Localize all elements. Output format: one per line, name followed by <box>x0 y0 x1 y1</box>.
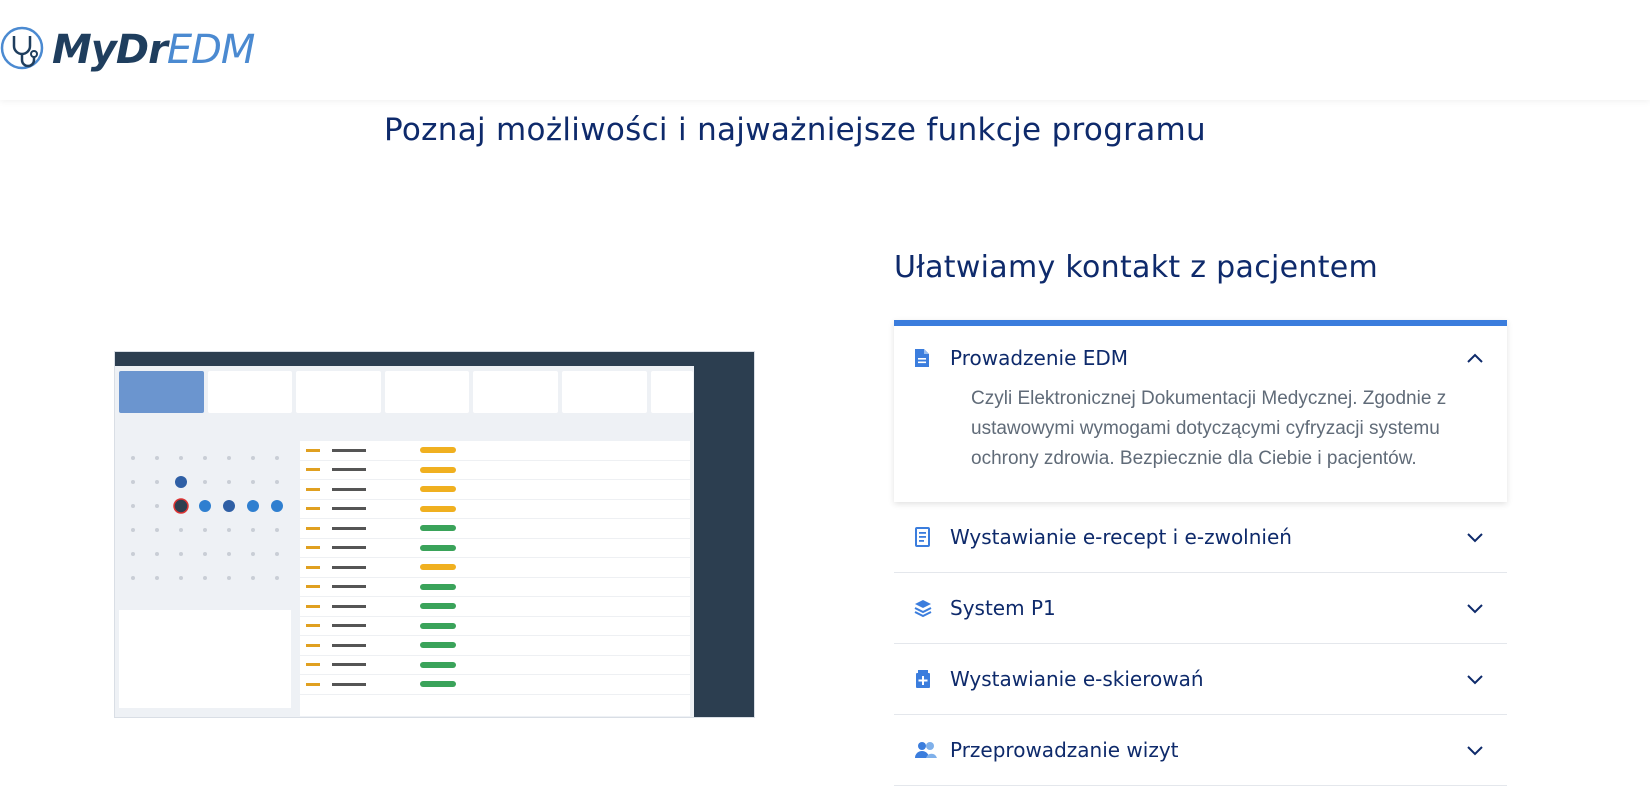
accordion-label: Prowadzenie EDM <box>950 346 1129 370</box>
layers-icon <box>914 598 950 618</box>
app-screenshot <box>114 351 755 718</box>
accordion-label: Wystawianie e-recept i e-zwolnień <box>950 525 1292 549</box>
section-title: Ułatwiamy kontakt z pacjentem <box>894 250 1379 285</box>
app-row <box>300 539 690 558</box>
accordion-item-e-recepty[interactable]: Wystawianie e-recept i e-zwolnień <box>894 502 1507 573</box>
logo-text-my: MyDr <box>52 27 168 73</box>
chevron-down-icon[interactable] <box>1463 525 1487 549</box>
accordion-item-wizyty[interactable]: Przeprowadzanie wizyt <box>894 715 1507 786</box>
app-tile <box>119 371 204 413</box>
app-calendar <box>119 422 291 592</box>
app-row <box>300 500 690 519</box>
logo-text: MyDrEDM <box>52 27 256 73</box>
page-heading: Poznaj możliwości i najważniejsze funkcj… <box>384 112 1206 148</box>
accordion-item-edm[interactable]: Prowadzenie EDM Czyli Elektronicznej Dok… <box>894 320 1507 502</box>
app-row <box>300 636 690 656</box>
app-tile <box>473 371 559 413</box>
accordion-description: Czyli Elektronicznej Dokumentacji Medycz… <box>971 388 1447 469</box>
accordion-label: Przeprowadzanie wizyt <box>950 738 1179 762</box>
logo-text-edm: EDM <box>166 27 256 73</box>
app-row <box>300 441 690 461</box>
chevron-up-icon[interactable] <box>1463 346 1487 370</box>
app-row <box>300 519 690 539</box>
app-row <box>300 617 690 636</box>
receipt-icon <box>914 527 950 547</box>
app-tile <box>562 371 647 413</box>
app-side-menu <box>119 610 291 708</box>
chevron-down-icon[interactable] <box>1463 596 1487 620</box>
chevron-down-icon[interactable] <box>1463 667 1487 691</box>
chevron-down-icon[interactable] <box>1463 738 1487 762</box>
site-header: MyDrEDM <box>0 0 1650 100</box>
accordion-item-e-skierowania[interactable]: Wystawianie e-skierowań <box>894 644 1507 715</box>
app-tile <box>207 371 293 413</box>
app-row <box>300 480 690 500</box>
accordion-header[interactable]: Prowadzenie EDM <box>914 346 1487 370</box>
features-accordion: Prowadzenie EDM Czyli Elektronicznej Dok… <box>894 320 1507 786</box>
app-topbar <box>115 352 754 366</box>
app-row <box>300 656 690 675</box>
accordion-label: Wystawianie e-skierowań <box>950 667 1204 691</box>
app-row <box>300 461 690 480</box>
app-module-tiles <box>119 371 693 413</box>
app-row <box>300 597 690 617</box>
app-row <box>300 578 690 597</box>
app-assistant-panel <box>694 366 754 717</box>
accordion-label: System P1 <box>950 596 1056 620</box>
app-tile <box>296 371 381 413</box>
document-icon <box>914 348 950 368</box>
users-icon <box>914 740 950 760</box>
medical-file-icon <box>914 669 950 689</box>
app-tile <box>650 371 693 413</box>
app-row <box>300 675 690 695</box>
app-visit-list <box>300 441 690 716</box>
app-tile <box>384 371 470 413</box>
logo[interactable]: MyDrEDM <box>0 20 256 80</box>
app-row <box>300 558 690 578</box>
stethoscope-icon <box>0 22 48 79</box>
accordion-item-system-p1[interactable]: System P1 <box>894 573 1507 644</box>
